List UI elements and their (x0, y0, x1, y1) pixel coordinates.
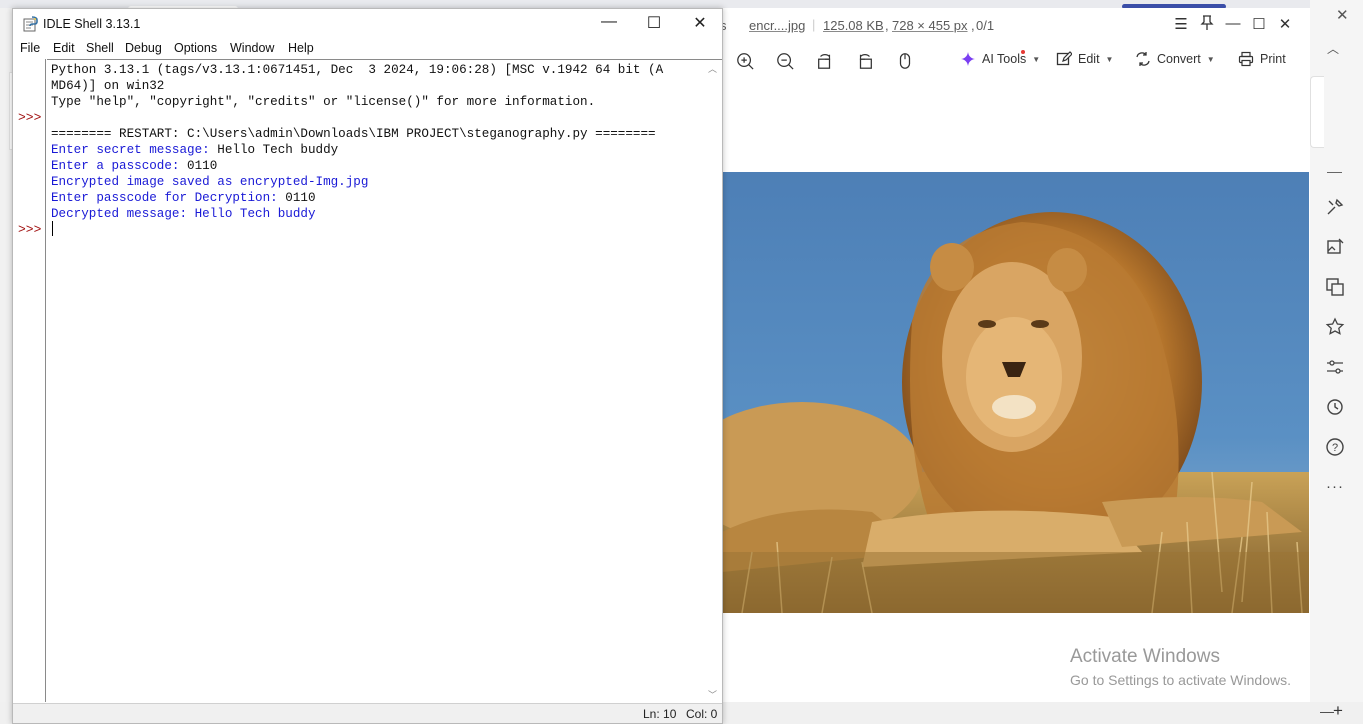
output-line: Enter passcode for Decryption: 0110 (51, 191, 316, 205)
edit-icon (1056, 51, 1072, 66)
window-title: IDLE Shell 3.13.1 (43, 17, 141, 31)
image-viewer-window: s encr....jpg | 125.08 KB , 728 × 455 px… (720, 8, 1310, 702)
status-bar: Ln: 10 Col: 0 (13, 703, 722, 723)
minus-icon[interactable]: — (1320, 703, 1334, 719)
rotate-right-icon[interactable] (855, 52, 875, 70)
more-icon[interactable]: ··· (1326, 478, 1344, 495)
output-line: Enter secret message: Hello Tech buddy (51, 143, 339, 157)
print-button[interactable]: Print (1238, 51, 1286, 67)
rotate-left-icon[interactable] (815, 52, 835, 70)
zoom-in-icon[interactable] (735, 52, 755, 70)
minimize-icon[interactable]: — (594, 13, 624, 31)
sidebar-close-icon[interactable]: ✕ (1336, 6, 1349, 24)
file-name[interactable]: encr....jpg (749, 18, 805, 33)
edit-button[interactable]: Edit ▼ (1056, 51, 1113, 67)
star-icon[interactable] (1325, 317, 1345, 337)
output-line: Enter a passcode: 0110 (51, 159, 218, 173)
sidebar-divider (1327, 172, 1342, 173)
mouse-icon[interactable] (895, 52, 915, 70)
sparkle-icon (961, 52, 975, 66)
help-icon[interactable]: ? (1325, 437, 1345, 457)
idle-app-icon (23, 16, 38, 32)
prompt-gutter: >>> >>> (15, 59, 46, 702)
shell-prompt: >>> (18, 222, 42, 237)
convert-label: Convert (1157, 52, 1201, 66)
menu-file[interactable]: File (20, 41, 40, 55)
file-size[interactable]: 125.08 KB (823, 18, 884, 33)
banner-line: Python 3.13.1 (tags/v3.13.1:0671451, Dec… (51, 63, 664, 77)
output-line: Decrypted message: Hello Tech buddy (51, 207, 316, 221)
scroll-up-icon[interactable]: ︿ (708, 62, 717, 75)
menu-debug[interactable]: Debug (125, 41, 162, 55)
text-cursor (52, 221, 53, 236)
notification-dot (1021, 50, 1025, 54)
image-dimensions[interactable]: 728 × 455 px (892, 18, 968, 33)
viewer-titlebar: s encr....jpg | 125.08 KB , 728 × 455 px… (720, 8, 1310, 42)
menu-options[interactable]: Options (174, 41, 217, 55)
lion-photo (722, 172, 1309, 613)
convert-button[interactable]: Convert ▼ (1135, 51, 1215, 67)
restart-line: ======== RESTART: C:\Users\admin\Downloa… (51, 127, 656, 141)
chevron-down-icon: ▼ (1206, 54, 1215, 64)
chevron-down-icon: ▼ (1105, 54, 1114, 64)
output-line: Encrypted image saved as encrypted-Img.j… (51, 175, 369, 189)
idle-shell-window: IDLE Shell 3.13.1 — ☐ ✕ File Edit Shell … (12, 8, 723, 724)
viewer-toolbar: AI Tools ▼ Edit ▼ Convert ▼ Print (722, 46, 1310, 76)
sliders-icon[interactable] (1325, 357, 1345, 377)
shell-prompt: >>> (18, 110, 42, 125)
minimize-icon[interactable]: — (1223, 15, 1243, 32)
menu-icon[interactable]: ☰ (1171, 15, 1191, 33)
sidebar-panel (1310, 76, 1324, 148)
menu-window[interactable]: Window (230, 41, 274, 55)
maximize-icon[interactable]: ☐ (639, 13, 669, 33)
activate-windows-subtitle: Go to Settings to activate Windows. (1070, 672, 1291, 688)
column-number: Col: 0 (686, 707, 718, 721)
menu-bar: File Edit Shell Debug Options Window Hel… (13, 39, 722, 59)
edit-label: Edit (1078, 52, 1100, 66)
chevron-down-icon: ▼ (1032, 54, 1041, 64)
activate-windows-title: Activate Windows (1070, 646, 1220, 667)
menu-edit[interactable]: Edit (53, 41, 75, 55)
banner-line: MD64)] on win32 (51, 79, 165, 93)
zoom-out-icon[interactable] (775, 52, 795, 70)
close-icon[interactable]: ✕ (685, 13, 715, 33)
idle-titlebar: IDLE Shell 3.13.1 — ☐ ✕ (13, 9, 722, 39)
plus-icon[interactable]: + (1333, 701, 1343, 721)
copy-icon[interactable] (1325, 277, 1345, 297)
maximize-icon[interactable]: ☐ (1249, 15, 1269, 33)
scroll-down-icon[interactable]: ﹀ (708, 688, 717, 701)
svg-text:?: ? (1332, 442, 1338, 454)
image-tools-icon[interactable] (1325, 237, 1345, 257)
close-icon[interactable]: ✕ (1275, 15, 1295, 33)
printer-icon (1238, 51, 1254, 67)
ai-tools-button[interactable]: AI Tools ▼ (960, 50, 1041, 67)
history-icon[interactable] (1325, 397, 1345, 417)
line-number: Ln: 10 (643, 707, 677, 721)
menu-help[interactable]: Help (288, 41, 314, 55)
pin-icon[interactable] (1197, 15, 1217, 35)
page-indicator: 0/1 (976, 18, 995, 33)
banner-line: Type "help", "copyright", "credits" or "… (51, 95, 596, 109)
tools-icon[interactable] (1325, 197, 1345, 217)
menu-shell[interactable]: Shell (86, 41, 114, 55)
convert-icon (1136, 52, 1150, 66)
sidebar-chevron-up-icon[interactable]: ︿ (1327, 40, 1339, 57)
shell-output[interactable]: Python 3.13.1 (tags/v3.13.1:0671451, Dec… (47, 59, 705, 702)
print-label: Print (1260, 52, 1286, 66)
lion-image (722, 172, 1309, 613)
vertical-scrollbar[interactable]: ︿ ﹀ (705, 59, 722, 702)
ai-tools-label: AI Tools (982, 52, 1027, 66)
